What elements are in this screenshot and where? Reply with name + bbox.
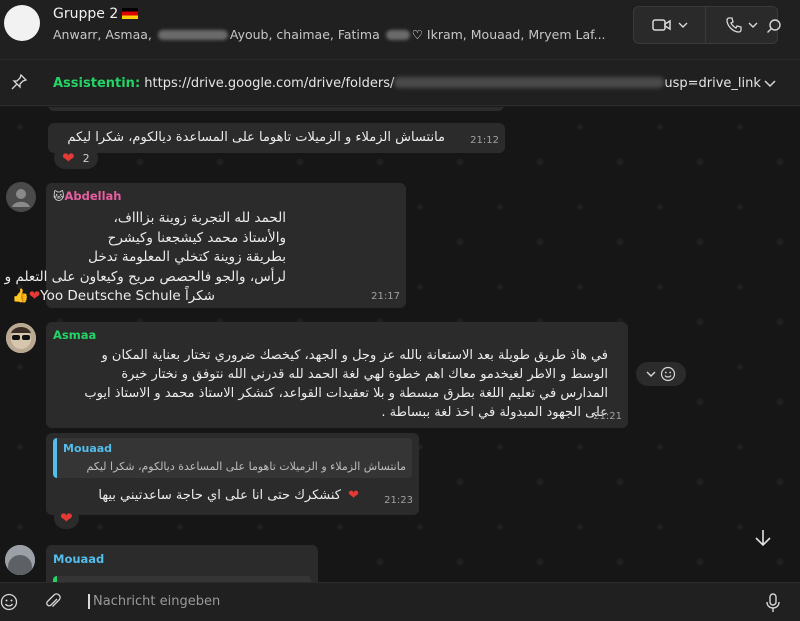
message-bubble[interactable]: Asmaa في هاذ طريق طويلة بعد الاستعانة با…	[46, 322, 628, 428]
blurred-link	[394, 77, 665, 88]
avatar[interactable]	[6, 323, 36, 353]
pinned-link-end: usp=drive_link	[664, 76, 761, 91]
message-line: شكراً Yoo Deutsche Schule	[40, 288, 215, 304]
message-composer: Nachricht eingeben	[0, 582, 800, 621]
emoji-icon[interactable]	[0, 593, 18, 611]
message-actions[interactable]	[636, 362, 686, 386]
scroll-to-bottom-button[interactable]	[752, 527, 774, 553]
chat-header: Gruppe 2 Anwarr, Asmaa, Ayoub, chaimae, …	[0, 0, 800, 60]
message-line: والأستاذ محمد كيشجعنا وكيشرح	[107, 229, 286, 246]
blurred-name	[385, 30, 410, 40]
sunglasses-avatar-icon	[6, 323, 36, 353]
message-line: بطريقة زوينة كتخلي المعلومة تدخل	[88, 249, 286, 265]
quoted-message[interactable]: Mouaad مانتساش الزملاء و الزميلات تاهوما…	[53, 438, 412, 478]
avatar[interactable]	[6, 182, 36, 212]
members-part-2: Ayoub, chaimae, Fatima	[229, 27, 384, 42]
cat-emoji-icon: 🐱	[53, 190, 65, 203]
arrow-down-icon	[755, 530, 771, 547]
group-title[interactable]: Gruppe 2	[53, 6, 139, 22]
search-button[interactable]	[762, 14, 786, 38]
white-heart-icon: ♡	[411, 27, 423, 42]
sender-name: Mouaad	[53, 552, 105, 566]
search-icon	[767, 19, 781, 33]
blurred-name	[157, 30, 228, 40]
message-input[interactable]: Nachricht eingeben	[88, 594, 220, 609]
message-line: على الجهود المبدولة في اخذ لغة ببساطة .	[381, 405, 608, 420]
message-line: في هاذ طريق طويلة بعد الاستعانة بالله عز…	[101, 348, 609, 363]
call-buttons	[633, 6, 778, 44]
chevron-down-icon	[748, 22, 757, 28]
sender-name: 🐱Abdellah	[53, 189, 121, 204]
message-text: في هاذ طريق طويلة بعد الاستعانة بالله عز…	[48, 346, 608, 422]
chevron-down-icon	[678, 22, 687, 28]
thumbs-up-icon: 👍	[12, 288, 29, 304]
message-bubble[interactable]: مانتساش الزملاء و الزميلات تاهوما على ال…	[48, 123, 505, 153]
message-time: 21:17	[371, 291, 400, 302]
sender-name: Asmaa	[53, 328, 97, 342]
pinned-author: Assistentin:	[53, 76, 141, 91]
reaction-badge[interactable]: ❤	[54, 507, 79, 529]
group-members[interactable]: Anwarr, Asmaa, Ayoub, chaimae, Fatima ♡ …	[53, 27, 606, 42]
message-bubble-cutoff	[48, 107, 504, 111]
attach-icon[interactable]	[44, 593, 62, 611]
phone-icon	[725, 17, 742, 33]
message-line: الحمد لله التجربة زوينة بزاااف،	[113, 210, 286, 226]
pin-icon	[11, 73, 28, 90]
message-time: 21:21	[593, 411, 622, 422]
chevron-down-icon[interactable]	[646, 371, 656, 377]
members-part-3: Ikram, Mouaad, Mryem Laf...	[422, 27, 606, 42]
group-avatar[interactable]	[4, 5, 40, 41]
message-time: 21:23	[384, 495, 413, 506]
message-line-last: 👍❤شكراً Yoo Deutsche Schule	[12, 287, 215, 307]
reaction-badge[interactable]: ❤ 2	[54, 147, 98, 169]
red-heart-icon: ❤	[62, 149, 75, 167]
video-icon	[651, 19, 671, 31]
pinned-message-text: Assistentin: https://drive.google.com/dr…	[53, 76, 761, 91]
video-call-button[interactable]	[634, 7, 705, 43]
message-time: 21:12	[470, 135, 499, 146]
quoted-text: مانتساش الزملاء و الزميلات تاهوما على ال…	[86, 460, 406, 473]
sender-name-text: Abdellah	[64, 189, 122, 203]
germany-flag-icon	[122, 8, 139, 19]
message-line: الوسط و الاطر لغيخدمو معاك اهم خطوة لهي …	[121, 367, 608, 382]
reaction-count: 2	[82, 151, 90, 165]
avatar[interactable]	[5, 545, 35, 575]
pinned-link-start: https://drive.google.com/drive/folders/	[140, 76, 395, 91]
photo-avatar-icon	[5, 545, 35, 575]
members-part-1: Anwarr, Asmaa,	[53, 27, 156, 42]
chevron-down-icon[interactable]	[762, 75, 778, 91]
message-line: المدارس في تعليم اللغة بطرق مبسطة و بلا …	[84, 386, 608, 401]
mic-icon[interactable]	[765, 593, 781, 613]
message-line: لرأس، والجو فالحصص مريح وكيعاون على التع…	[0, 268, 286, 285]
red-heart-icon: ❤	[28, 288, 41, 304]
message-bubble[interactable]: Mouaad	[46, 545, 318, 582]
message-text: مانتساش الزملاء و الزميلات تاهوما على ال…	[67, 130, 445, 145]
pinned-message-bar[interactable]: Assistentin: https://drive.google.com/dr…	[0, 60, 800, 106]
message-text-content: كنشكرك حتى انا على اي حاجة ساعدتيني بيها	[98, 488, 341, 503]
quoted-author: Mouaad	[63, 442, 113, 455]
user-placeholder-icon	[12, 189, 30, 207]
emoji-reaction-icon[interactable]	[660, 366, 676, 382]
message-list[interactable]: مانتساش الزملاء و الزميلات تاهوما على ال…	[0, 107, 800, 582]
group-title-text: Gruppe 2	[53, 6, 119, 22]
message-bubble[interactable]: 🐱Abdellah الحمد لله التجربة زوينة بزاااف…	[0, 183, 406, 308]
red-heart-icon: ❤	[60, 509, 73, 527]
red-heart-icon: ❤	[348, 488, 359, 503]
message-bubble[interactable]: Mouaad مانتساش الزملاء و الزميلات تاهوما…	[46, 433, 419, 515]
message-text: الحمد لله التجربة زوينة بزاااف، والأستاذ…	[0, 209, 356, 304]
